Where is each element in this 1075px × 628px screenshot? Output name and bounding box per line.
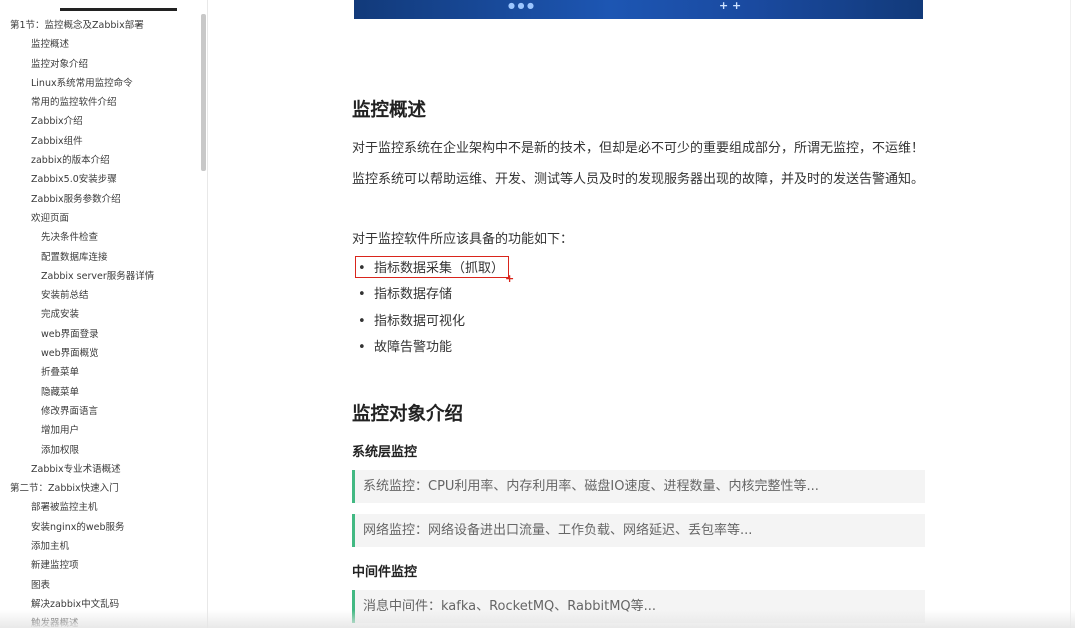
paragraph-intro: 对于监控系统在企业架构中不是新的技术，但却是必不可少的重要组成部分，所谓无监控，… (352, 141, 925, 156)
section-title-overview: 监控概述 (352, 100, 427, 121)
sidebar-scrollbar[interactable] (201, 14, 206, 171)
banner-image: ● ● ● + + (354, 0, 923, 19)
sidebar-item[interactable]: Zabbix组件 (0, 132, 200, 151)
paragraph-features-lead: 对于监控软件所应该具备的功能如下： (352, 232, 574, 247)
sidebar-item[interactable]: 隐藏菜单 (0, 383, 200, 402)
subsection-title-system: 系统层监控 (352, 445, 418, 460)
sidebar-item[interactable]: 第1节：监控概念及Zabbix部署 (0, 16, 200, 35)
sidebar-item[interactable]: 添加主机 (0, 537, 200, 556)
banner-plus-marks: + + (719, 0, 742, 12)
page-right-edge (1070, 0, 1071, 628)
paragraph-purpose: 监控系统可以帮助运维、开发、测试等人员及时的发现服务器出现的故障，并及时的发送告… (352, 172, 925, 187)
main-content: ● ● ● + + 监控概述 对于监控系统在企业架构中不是新的技术，但却是必不可… (208, 0, 1075, 628)
banner-dots: ● ● ● (508, 1, 535, 10)
list-item: • 指标数据可视化 (358, 313, 466, 329)
toc-list: 第1节：监控概念及Zabbix部署 监控概述 监控对象介绍 Linux系统常用监控命令… (0, 16, 200, 628)
sidebar-item[interactable]: web界面概览 (0, 344, 200, 363)
sidebar-item[interactable]: Zabbix server服务器详情 (0, 267, 200, 286)
annotation-highlight-box (355, 256, 509, 278)
sidebar-item[interactable]: 先决条件检查 (0, 228, 200, 247)
list-item: • 故障告警功能 (358, 339, 453, 355)
sidebar-item[interactable]: 第二节：Zabbix快速入门 (0, 479, 200, 498)
sidebar-item[interactable]: 安装前总结 (0, 286, 200, 305)
sidebar-top-rule (60, 8, 177, 11)
sidebar-item[interactable]: 修改界面语言 (0, 402, 200, 421)
sidebar-item[interactable]: 完成安装 (0, 305, 200, 324)
section-title-objects: 监控对象介绍 (352, 404, 464, 425)
list-item: • 指标数据存储 (358, 287, 453, 303)
subsection-title-middleware: 中间件监控 (352, 565, 418, 580)
sidebar-item[interactable]: zabbix的版本介绍 (0, 151, 200, 170)
sidebar-toc: 第1节：监控概念及Zabbix部署 监控概述 监控对象介绍 Linux系统常用监控命令… (0, 0, 208, 628)
sidebar-item[interactable]: Zabbix介绍 (0, 112, 200, 131)
blockquote-system-monitor: 系统监控：CPU利用率、内存利用率、磁盘IO速度、进程数量、内核完整性等... (352, 470, 925, 503)
sidebar-item[interactable]: 监控对象介绍 (0, 55, 200, 74)
sidebar-item[interactable]: 添加权限 (0, 441, 200, 460)
sidebar-item[interactable]: 配置数据库连接 (0, 248, 200, 267)
sidebar-item[interactable]: 欢迎页面 (0, 209, 200, 228)
sidebar-item[interactable]: 部署被监控主机 (0, 498, 200, 517)
sidebar-item[interactable]: 常用的监控软件介绍 (0, 93, 200, 112)
sidebar-item[interactable]: 图表 (0, 576, 200, 595)
blockquote-network-monitor: 网络监控：网络设备进出口流量、工作负载、网络延迟、丢包率等... (352, 514, 925, 547)
sidebar-item[interactable]: web界面登录 (0, 325, 200, 344)
sidebar-item[interactable]: 安装nginx的web服务 (0, 518, 200, 537)
sidebar-item[interactable]: Zabbix服务参数介绍 (0, 190, 200, 209)
sidebar-item[interactable]: Zabbix专业术语概述 (0, 460, 200, 479)
crosshair-cursor-icon: + (505, 272, 515, 285)
bottom-fade (0, 610, 1075, 628)
sidebar-item[interactable]: Linux系统常用监控命令 (0, 74, 200, 93)
sidebar-item[interactable]: 新建监控项 (0, 556, 200, 575)
sidebar-item[interactable]: Zabbix5.0安装步骤 (0, 170, 200, 189)
sidebar-item[interactable]: 监控概述 (0, 35, 200, 54)
sidebar-item[interactable]: 折叠菜单 (0, 363, 200, 382)
sidebar-item[interactable]: 增加用户 (0, 421, 200, 440)
